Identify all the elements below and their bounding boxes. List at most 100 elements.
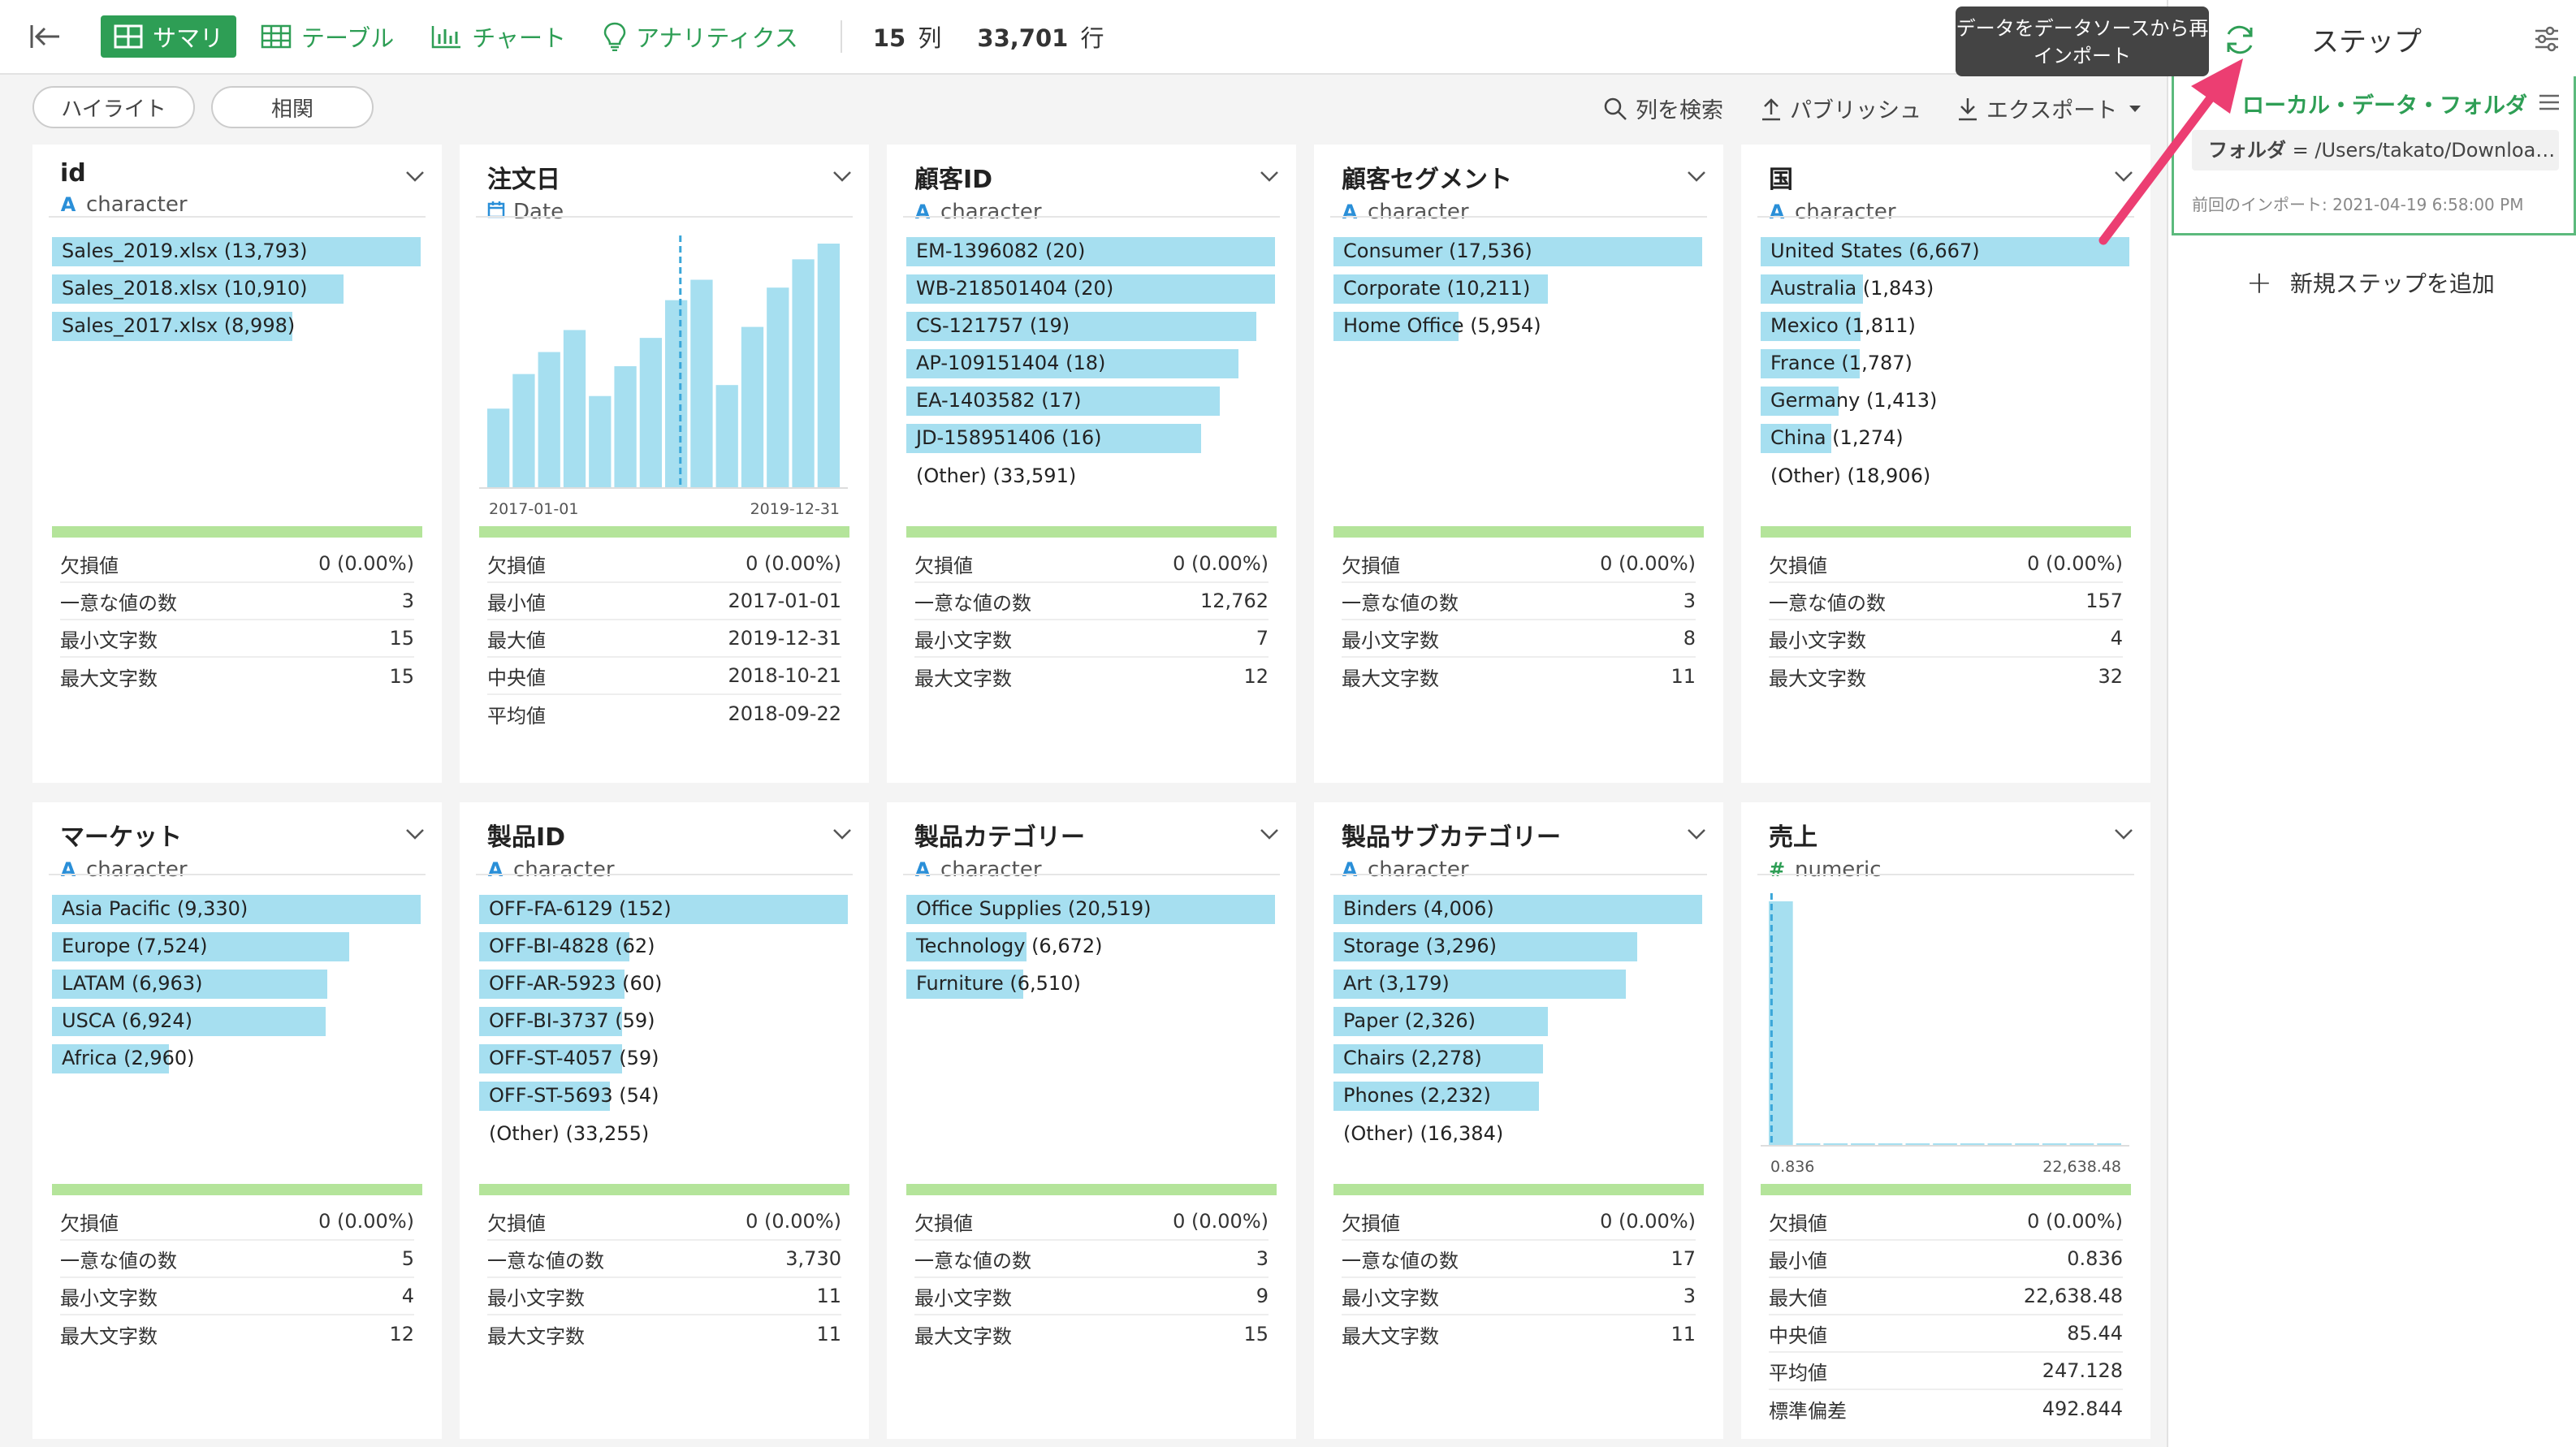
collapse-left-icon[interactable] [21,13,68,60]
stat-row: 最大値 2019-12-31 [487,620,841,658]
value-bar[interactable]: Paper (2,326) [1333,1005,1548,1036]
value-bar[interactable]: Binders (4,006) [1333,893,1702,924]
chevron-down-icon[interactable] [1257,164,1282,188]
histogram-bar[interactable] [792,259,815,487]
value-bar[interactable]: United States (6,667) [1761,235,2129,266]
chevron-down-icon[interactable] [1684,822,1709,846]
correlation-button[interactable]: 相関 [211,86,374,128]
stat-label: 一意な値の数 [487,1249,604,1272]
histogram-bar[interactable] [589,395,612,487]
chevron-down-icon[interactable] [403,164,427,188]
value-bar[interactable]: LATAM (6,963) [52,968,327,999]
histogram-bar[interactable] [715,385,738,487]
value-bar[interactable]: EM-1396082 (20) [906,235,1275,266]
histogram-bar[interactable] [665,300,688,487]
histogram-bar[interactable] [1796,1143,1821,1145]
value-bar-label: France (1,787) [1770,352,1913,374]
value-bar[interactable]: Sales_2017.xlsx (8,998) [52,310,295,341]
histogram-bar[interactable] [538,352,560,487]
value-bar[interactable]: Europe (7,524) [52,931,349,961]
value-bar[interactable]: Mexico (1,811) [1761,310,1916,341]
chevron-down-icon[interactable] [1257,822,1282,846]
histogram-bar[interactable] [512,374,535,487]
value-bar[interactable]: WB-218501404 (20) [906,273,1275,304]
chevron-down-icon[interactable] [1684,164,1709,188]
value-bar-label: Storage (3,296) [1343,935,1497,957]
value-bar-label: EM-1396082 (20) [916,240,1086,262]
sliders-icon[interactable] [2532,24,2561,54]
tab-table[interactable]: テーブル [248,15,407,58]
stat-value: 11 [816,1285,841,1307]
value-bar[interactable]: JD-158951406 (16) [906,422,1201,453]
stat-label: 欠損値 [1342,554,1400,577]
value-bar[interactable]: Australia (1,843) [1761,273,1934,304]
column-card: 国 Acharacter United States (6,667) Australi… [1741,145,2150,783]
value-bar[interactable]: Art (3,179) [1333,968,1626,999]
histogram-bar[interactable] [690,279,713,487]
stat-row: 欠損値 0 (0.00%) [1769,546,2123,583]
value-bar[interactable]: Home Office (5,954) [1333,310,1541,341]
histogram-bar[interactable] [1987,1143,2012,1145]
value-bar[interactable]: OFF-BI-4828 (62) [479,931,655,961]
tab-analytics[interactable]: アナリティクス [590,15,811,58]
search-columns-button[interactable]: 列を検索 [1603,93,1723,124]
histogram-bar[interactable] [767,287,789,487]
quality-bar [1333,526,1704,538]
value-bar[interactable]: Africa (2,960) [52,1043,195,1073]
value-bar[interactable]: Consumer (17,536) [1333,235,1702,266]
value-bar[interactable]: Storage (3,296) [1333,931,1637,961]
value-bar[interactable]: EA-1403582 (17) [906,385,1220,416]
value-bar[interactable]: Corporate (10,211) [1333,273,1548,304]
value-bar[interactable]: Chairs (2,278) [1333,1043,1543,1073]
value-bar[interactable]: AP-109151404 (18) [906,348,1238,378]
chevron-down-icon[interactable] [830,822,854,846]
histogram-bar[interactable] [2042,1143,2067,1145]
add-step-button[interactable]: + 新規ステップを追加 [2246,265,2495,300]
histogram-bar[interactable] [1878,1143,1903,1145]
value-bar[interactable]: Asia Pacific (9,330) [52,893,421,924]
value-bar[interactable]: Technology (6,672) [906,931,1103,961]
tab-chart[interactable]: チャート [418,15,579,58]
histogram-bar[interactable] [2015,1143,2039,1145]
stat-row: 最大文字数 11 [487,1315,841,1353]
chevron-down-icon[interactable] [403,822,427,846]
value-bar[interactable]: OFF-FA-6129 (152) [479,893,848,924]
stat-row: 一意な値の数 12,762 [914,583,1269,620]
value-bar[interactable]: OFF-AR-5923 (60) [479,968,662,999]
highlight-button[interactable]: ハイライト [32,86,195,128]
histogram-bar[interactable] [563,330,586,487]
value-bar[interactable]: USCA (6,924) [52,1005,326,1036]
value-bar[interactable]: Sales_2018.xlsx (10,910) [52,273,344,304]
value-bar[interactable]: OFF-BI-3737 (59) [479,1005,655,1036]
row-count-unit: 行 [1080,24,1104,52]
value-bar[interactable]: China (1,274) [1761,422,1904,453]
histogram-bar[interactable] [1960,1143,1985,1145]
menu-icon[interactable] [2536,91,2562,114]
histogram-bar[interactable] [2097,1143,2121,1145]
chevron-down-icon[interactable] [2111,822,2136,846]
stat-label: 最大文字数 [1769,667,1866,690]
column-type: # numeric [1769,857,2134,882]
histogram-bar[interactable] [1933,1143,1957,1145]
histogram-bar[interactable] [817,244,840,487]
chevron-down-icon[interactable] [830,164,854,188]
value-bar[interactable]: Sales_2019.xlsx (13,793) [52,235,421,266]
value-bar[interactable]: France (1,787) [1761,348,1913,378]
histogram-bar[interactable] [1851,1143,1875,1145]
histogram-bar[interactable] [2069,1143,2094,1145]
histogram-bar[interactable] [1823,1143,1848,1145]
histogram-bar[interactable] [614,365,637,487]
value-bar[interactable]: CS-121757 (19) [906,310,1256,341]
publish-button[interactable]: パブリッシュ [1761,93,1921,124]
value-bar[interactable]: OFF-ST-4057 (59) [479,1043,659,1073]
value-bar[interactable]: Furniture (6,510) [906,968,1081,999]
value-bar[interactable]: Office Supplies (20,519) [906,893,1275,924]
value-bar[interactable]: Germany (1,413) [1761,385,1937,416]
value-bar[interactable]: OFF-ST-5693 (54) [479,1080,659,1111]
tab-summary[interactable]: サマリ [101,15,237,58]
histogram-bar[interactable] [741,326,764,487]
histogram-bar[interactable] [487,408,510,487]
value-bar[interactable]: Phones (2,232) [1333,1080,1539,1111]
histogram-bar[interactable] [1905,1143,1930,1145]
histogram-bar[interactable] [639,338,662,487]
